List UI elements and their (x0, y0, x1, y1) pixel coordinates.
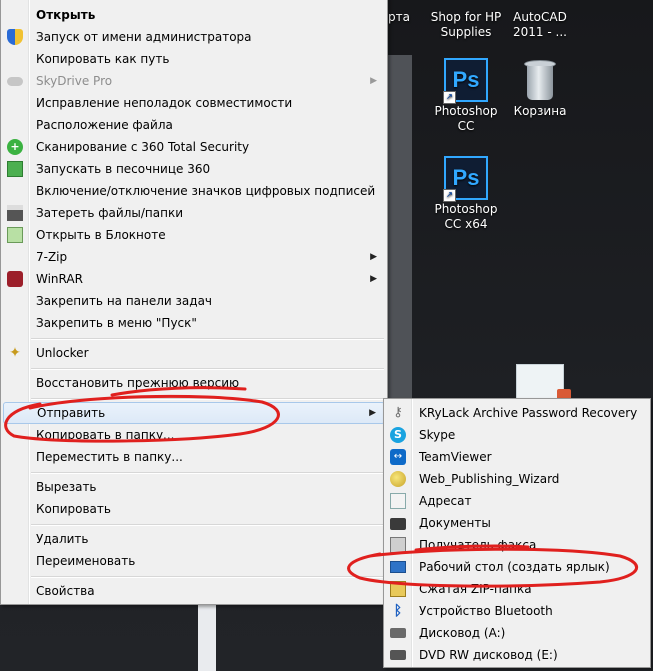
menu-item-pin-taskbar[interactable]: Закрепить на панели задач (3, 290, 385, 312)
send-to-item-zip[interactable]: Сжатая ZIP-папка (386, 578, 648, 600)
send-to-item-krylack[interactable]: ⚷ KRyLack Archive Password Recovery (386, 402, 648, 424)
documents-icon (390, 518, 406, 530)
send-to-item-recipient[interactable]: Адресат (386, 490, 648, 512)
key-icon: ⚷ (393, 405, 403, 420)
menu-item-scan-360[interactable]: + Сканирование с 360 Total Security (3, 136, 385, 158)
shredder-icon (7, 205, 23, 221)
desktop-icon-photoshop-x64[interactable]: Ps ↗ Photoshop CC x64 (426, 156, 506, 232)
desktop-icon-recycle-bin[interactable]: Корзина (500, 58, 580, 119)
wand-icon: ✦ (9, 345, 21, 361)
cloud-icon (7, 77, 23, 86)
send-to-item-dvd[interactable]: DVD RW дисковод (E:) (386, 644, 648, 666)
chevron-right-icon: ▶ (369, 408, 376, 418)
menu-item-skydrive-pro[interactable]: SkyDrive Pro ▶ (3, 70, 385, 92)
menu-separator (31, 398, 384, 400)
contact-icon (390, 493, 406, 509)
menu-item-run-as-admin[interactable]: Запуск от имени администратора (3, 26, 385, 48)
menu-item-properties[interactable]: Свойства (3, 580, 385, 602)
menu-item-move-to-folder[interactable]: Переместить в папку... (3, 446, 385, 468)
winrar-icon (7, 271, 23, 287)
globe-icon (390, 471, 406, 487)
menu-item-pin-start[interactable]: Закрепить в меню "Пуск" (3, 312, 385, 334)
send-to-item-fax[interactable]: Получатель факса (386, 534, 648, 556)
menu-item-open[interactable]: Открыть (3, 4, 385, 26)
photoshop-icon: Ps ↗ (443, 58, 488, 104)
send-to-item-documents[interactable]: Документы (386, 512, 648, 534)
send-to-item-skype[interactable]: S Skype (386, 424, 648, 446)
menu-item-rename[interactable]: Переименовать (3, 550, 385, 572)
send-to-item-web-publishing[interactable]: Web_Publishing_Wizard (386, 468, 648, 490)
photoshop-icon: Ps ↗ (443, 156, 488, 202)
recycle-bin-icon (523, 58, 557, 102)
menu-item-delete[interactable]: Удалить (3, 528, 385, 550)
desktop-icon (390, 561, 406, 573)
floppy-icon (390, 628, 406, 638)
chevron-right-icon: ▶ (370, 252, 377, 262)
teamviewer-icon: ↔ (390, 449, 406, 465)
send-to-item-floppy[interactable]: Дисковод (A:) (386, 622, 648, 644)
desktop-icon-label: Shop for HP Supplies (430, 10, 502, 39)
menu-item-copy[interactable]: Копировать (3, 498, 385, 520)
zip-icon (390, 581, 406, 597)
desktop-icon-autocad[interactable]: AutoCAD 2011 - ... (500, 10, 580, 40)
menu-item-signature-icons[interactable]: Включение/отключение значков цифровых по… (3, 180, 385, 202)
document-thumbnail-icon[interactable] (516, 364, 571, 403)
menu-item-cut[interactable]: Вырезать (3, 476, 385, 498)
send-to-item-desktop-shortcut[interactable]: Рабочий стол (создать ярлык) (386, 556, 648, 578)
menu-item-sandbox-360[interactable]: Запускать в песочнице 360 (3, 158, 385, 180)
menu-separator (31, 338, 384, 340)
menu-separator (31, 576, 384, 578)
fax-icon (390, 537, 406, 553)
sandbox-icon (7, 161, 23, 177)
context-menu: Открыть Запуск от имени администратора К… (0, 0, 388, 605)
desktop-icon-photoshop[interactable]: Ps ↗ Photoshop CC (426, 58, 506, 134)
menu-item-restore-previous[interactable]: Восстановить прежнюю версию (3, 372, 385, 394)
menu-item-open-notepad[interactable]: Открыть в Блокноте (3, 224, 385, 246)
chevron-right-icon: ▶ (370, 76, 377, 86)
desktop-icon-hp-supplies[interactable]: Shop for HP Supplies (426, 10, 506, 40)
desktop-icon-label: AutoCAD 2011 - ... (513, 10, 567, 39)
bluetooth-icon: ᛒ (393, 603, 403, 619)
send-to-submenu: ⚷ KRyLack Archive Password Recovery S Skyp… (383, 398, 651, 668)
send-to-item-bluetooth[interactable]: ᛒ Устройство Bluetooth (386, 600, 648, 622)
menu-item-send-to[interactable]: Отправить ▶ (3, 402, 385, 424)
window-edge (387, 55, 412, 405)
chevron-right-icon: ▶ (370, 274, 377, 284)
menu-item-troubleshoot-compat[interactable]: Исправление неполадок совместимости (3, 92, 385, 114)
skype-icon: S (390, 427, 406, 443)
menu-item-copy-to-folder[interactable]: Копировать в папку... (3, 424, 385, 446)
notepad-icon (7, 227, 23, 243)
desktop-icon-label: Photoshop CC (434, 104, 498, 133)
shield-icon (7, 29, 23, 45)
menu-item-winrar[interactable]: WinRAR ▶ (3, 268, 385, 290)
dvd-icon (390, 650, 406, 660)
menu-separator (31, 368, 384, 370)
send-to-item-teamviewer[interactable]: ↔ TeamViewer (386, 446, 648, 468)
360-icon: + (7, 139, 23, 155)
menu-item-shred-files[interactable]: Затереть файлы/папки (3, 202, 385, 224)
menu-separator (31, 472, 384, 474)
menu-item-file-location[interactable]: Расположение файла (3, 114, 385, 136)
menu-item-7zip[interactable]: 7-Zip ▶ (3, 246, 385, 268)
menu-item-copy-as-path[interactable]: Копировать как путь (3, 48, 385, 70)
menu-separator (31, 524, 384, 526)
desktop-icon-label: Корзина (513, 104, 567, 118)
menu-item-unlocker[interactable]: ✦ Unlocker (3, 342, 385, 364)
desktop-icon-label: Photoshop CC x64 (434, 202, 498, 231)
